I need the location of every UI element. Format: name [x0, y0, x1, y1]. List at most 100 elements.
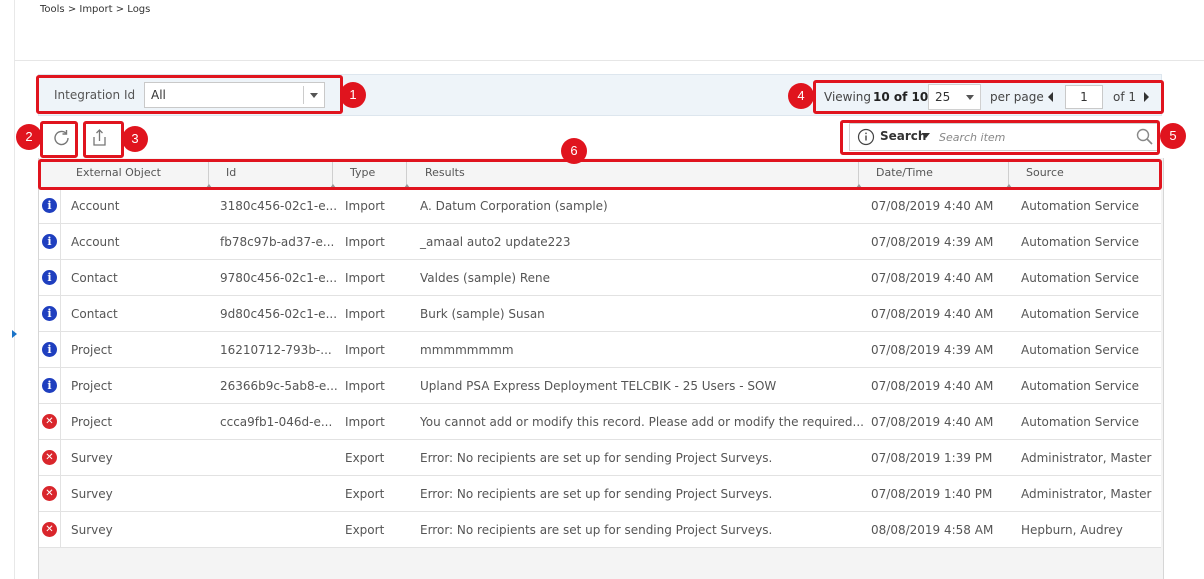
- left-sidebar: [0, 0, 15, 579]
- info-icon: i: [42, 270, 57, 285]
- cell-results: Error: No recipients are set up for send…: [420, 451, 773, 465]
- cell-datetime: 07/08/2019 4:40 AM: [871, 271, 994, 285]
- cell-type: Import: [345, 379, 385, 393]
- callout-box-refresh: [40, 121, 78, 158]
- cell-source: Administrator, Master: [1021, 451, 1152, 465]
- callout-badge-5: 5: [1160, 123, 1186, 149]
- cell-source: Hepburn, Audrey: [1021, 523, 1123, 537]
- table-row[interactable]: i Project 16210712-793b-... Import mmmmmmmm 0…: [39, 332, 1161, 368]
- cell-datetime: 07/08/2019 4:40 AM: [871, 379, 994, 393]
- cell-object: Contact: [71, 307, 118, 321]
- info-icon: i: [42, 342, 57, 357]
- cell-id: 9d80c456-02c1-e...: [220, 307, 338, 321]
- cell-results: Burk (sample) Susan: [420, 307, 545, 321]
- cell-results: Error: No recipients are set up for send…: [420, 487, 773, 501]
- cell-id: fb78c97b-ad37-e...: [220, 235, 335, 249]
- cell-object: Project: [71, 379, 113, 393]
- cell-source: Automation Service: [1021, 271, 1140, 285]
- cell-datetime: 07/08/2019 4:39 AM: [871, 343, 994, 357]
- callout-box-export: [83, 121, 124, 158]
- expand-sidebar-icon[interactable]: [12, 330, 17, 338]
- cell-object: Survey: [71, 487, 113, 501]
- table-row[interactable]: i Account 3180c456-02c1-e... Import A. Datum…: [39, 188, 1161, 224]
- status-cell: i: [39, 224, 61, 259]
- cell-type: Import: [345, 307, 385, 321]
- cell-source: Automation Service: [1021, 379, 1140, 393]
- callout-box-pager: [813, 80, 1164, 114]
- info-icon: i: [42, 378, 57, 393]
- cell-source: Administrator, Master: [1021, 487, 1152, 501]
- cell-source: Automation Service: [1021, 199, 1140, 213]
- error-icon: ✕: [42, 522, 57, 537]
- cell-object: Survey: [71, 523, 113, 537]
- cell-results: A. Datum Corporation (sample): [420, 199, 608, 213]
- cell-results: Valdes (sample) Rene: [420, 271, 551, 285]
- cell-id: 9780c456-02c1-e...: [220, 271, 338, 285]
- callout-box-columns: [38, 159, 1162, 190]
- cell-type: Export: [345, 487, 385, 501]
- status-cell: ✕: [39, 512, 61, 547]
- status-cell: ✕: [39, 476, 61, 511]
- callout-badge-4: 4: [788, 83, 814, 109]
- cell-source: Automation Service: [1021, 235, 1140, 249]
- cell-type: Import: [345, 235, 385, 249]
- breadcrumb[interactable]: Tools > Import > Logs: [40, 4, 150, 15]
- cell-id: 3180c456-02c1-e...: [220, 199, 338, 213]
- table-row[interactable]: ✕ Survey Export Error: No recipients are se…: [39, 440, 1161, 476]
- table-row[interactable]: ✕ Survey Export Error: No recipients are se…: [39, 512, 1161, 548]
- cell-results: Error: No recipients are set up for send…: [420, 523, 773, 537]
- table-row[interactable]: ✕ Project ccca9fb1-046d-e... Import You cann…: [39, 404, 1161, 440]
- cell-results: mmmmmmmm: [420, 343, 514, 357]
- cell-datetime: 07/08/2019 4:40 AM: [871, 307, 994, 321]
- status-cell: ✕: [39, 440, 61, 475]
- cell-type: Export: [345, 451, 385, 465]
- cell-datetime: 07/08/2019 4:40 AM: [871, 415, 994, 429]
- cell-id: 26366b9c-5ab8-e...: [220, 379, 338, 393]
- divider: [14, 60, 1204, 61]
- cell-type: Import: [345, 271, 385, 285]
- status-cell: i: [39, 188, 61, 223]
- cell-datetime: 07/08/2019 4:40 AM: [871, 199, 994, 213]
- cell-results: You cannot add or modify this record. Pl…: [420, 415, 864, 429]
- table-row[interactable]: i Contact 9780c456-02c1-e... Import Valdes (…: [39, 260, 1161, 296]
- callout-badge-6: 6: [561, 138, 587, 164]
- info-icon: i: [42, 234, 57, 249]
- cell-id: 16210712-793b-...: [220, 343, 332, 357]
- cell-object: Contact: [71, 271, 118, 285]
- callout-badge-3: 3: [122, 126, 148, 152]
- cell-datetime: 07/08/2019 1:39 PM: [871, 451, 993, 465]
- cell-type: Import: [345, 415, 385, 429]
- cell-type: Import: [345, 343, 385, 357]
- cell-results: Upland PSA Express Deployment TELCBIK - …: [420, 379, 777, 393]
- table-row[interactable]: i Project 26366b9c-5ab8-e... Import Upland P…: [39, 368, 1161, 404]
- status-cell: ✕: [39, 404, 61, 439]
- cell-datetime: 07/08/2019 1:40 PM: [871, 487, 993, 501]
- cell-object: Project: [71, 343, 113, 357]
- cell-object: Account: [71, 199, 120, 213]
- cell-type: Export: [345, 523, 385, 537]
- status-cell: i: [39, 368, 61, 403]
- status-cell: i: [39, 260, 61, 295]
- cell-datetime: 07/08/2019 4:39 AM: [871, 235, 994, 249]
- status-cell: i: [39, 332, 61, 367]
- cell-results: _amaal auto2 update223: [420, 235, 571, 249]
- info-icon: i: [42, 198, 57, 213]
- info-icon: i: [42, 306, 57, 321]
- callout-badge-1: 1: [340, 82, 366, 108]
- cell-datetime: 08/08/2019 4:58 AM: [871, 523, 994, 537]
- callout-badge-2: 2: [16, 124, 42, 150]
- cell-object: Project: [71, 415, 113, 429]
- cell-type: Import: [345, 199, 385, 213]
- status-cell: i: [39, 296, 61, 331]
- table-row[interactable]: ✕ Survey Export Error: No recipients are se…: [39, 476, 1161, 512]
- error-icon: ✕: [42, 486, 57, 501]
- table-row[interactable]: i Account fb78c97b-ad37-e... Import _amaal a…: [39, 224, 1161, 260]
- cell-source: Automation Service: [1021, 343, 1140, 357]
- error-icon: ✕: [42, 414, 57, 429]
- cell-object: Survey: [71, 451, 113, 465]
- cell-source: Automation Service: [1021, 307, 1140, 321]
- callout-box-integration-filter: [36, 75, 343, 114]
- table-row[interactable]: i Contact 9d80c456-02c1-e... Import Burk (sa…: [39, 296, 1161, 332]
- cell-object: Account: [71, 235, 120, 249]
- callout-box-search: [840, 120, 1160, 155]
